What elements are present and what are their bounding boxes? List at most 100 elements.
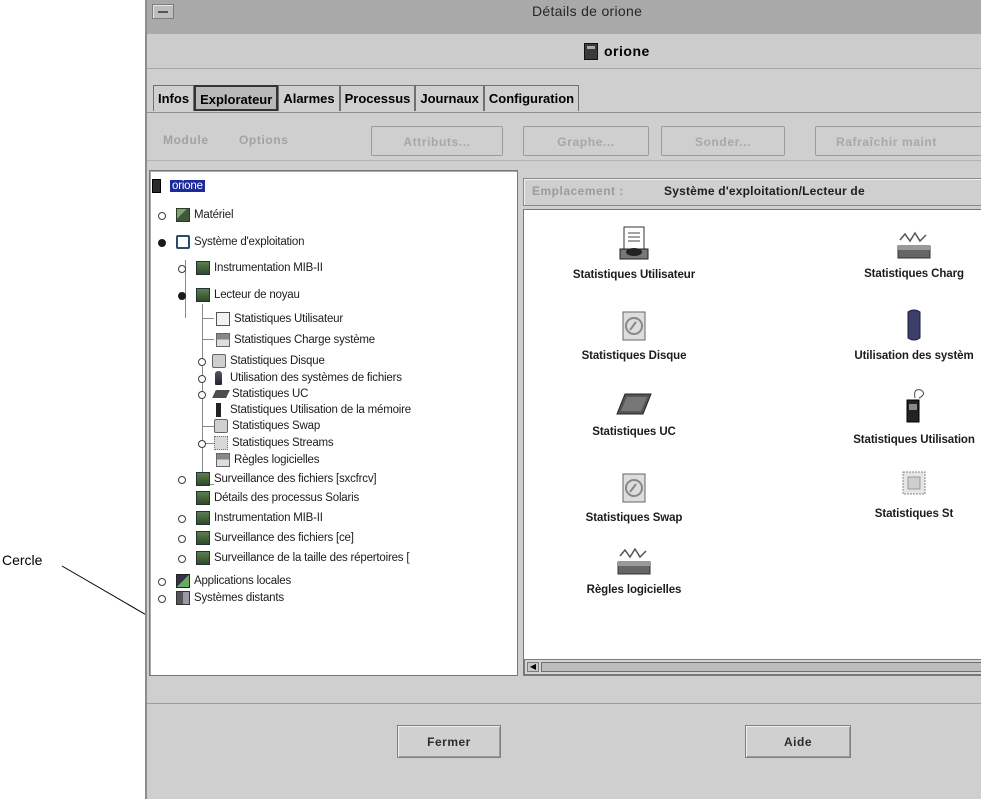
tab-alarmes[interactable]: Alarmes	[278, 85, 340, 111]
expand-circle[interactable]	[178, 535, 186, 543]
tree-item-filesystems[interactable]: Utilisation des systèmes de fichiers	[198, 370, 402, 386]
tree-item-solaris-processes[interactable]: Détails des processus Solaris	[196, 490, 359, 506]
expand-circle[interactable]	[178, 476, 186, 484]
expand-circle[interactable]	[158, 578, 166, 586]
streams-icon	[902, 471, 926, 495]
expand-circle[interactable]	[178, 265, 186, 273]
tree-item-label: orione	[170, 180, 205, 192]
tree-item-software-rules[interactable]: Règles logicielles	[216, 452, 319, 468]
tree-item-mib[interactable]: Instrumentation MIB-II	[178, 260, 323, 276]
grid-item-disk-stats[interactable]: Statistiques Disque	[524, 310, 744, 362]
filesystem-icon	[215, 371, 222, 385]
grid-item-label: Statistiques Utilisateur	[572, 269, 696, 281]
content-horizontal-scrollbar[interactable]: ◀	[524, 659, 981, 675]
grid-item-user-stats[interactable]: Statistiques Utilisateur	[524, 225, 744, 281]
tab-divider	[147, 112, 981, 113]
tree-item-label: Règles logicielles	[234, 454, 320, 466]
remote-systems-icon	[176, 591, 190, 605]
tree-item-label: Lecteur de noyau	[214, 289, 300, 301]
tab-journaux[interactable]: Journaux	[415, 85, 484, 111]
tab-configuration[interactable]: Configuration	[483, 85, 580, 111]
grid-item-label: Utilisation des systèm	[854, 350, 974, 362]
memory-icon	[906, 389, 925, 423]
grid-item-software-rules[interactable]: Règles logicielles	[524, 546, 744, 596]
tree-panel[interactable]: orione Matériel Système d'exploitation I…	[149, 170, 518, 676]
tree-item-os[interactable]: Système d'exploitation	[158, 234, 305, 250]
tree-item-file-monitor-2[interactable]: Surveillance des fichiers [ce]	[178, 530, 354, 546]
system-load-icon	[216, 333, 230, 347]
module-menu[interactable]: Module	[163, 133, 209, 147]
cpu-icon	[616, 393, 652, 415]
tree-item-label: Surveillance de la taille des répertoire…	[214, 552, 410, 564]
window-menu-button[interactable]	[152, 4, 174, 19]
module-icon	[196, 288, 210, 302]
tree-item-label: Instrumentation MIB-II	[214, 262, 323, 274]
tree-item-cpu-stats[interactable]: Statistiques UC	[198, 386, 308, 402]
expand-circle[interactable]	[198, 375, 206, 383]
refresh-now-button[interactable]: Rafraîchir maint	[815, 126, 981, 156]
local-apps-icon	[176, 574, 190, 588]
tree-item-label: Statistiques UC	[232, 388, 309, 400]
os-icon	[176, 235, 190, 249]
tree-item-remote-systems[interactable]: Systèmes distants	[158, 590, 284, 606]
module-icon	[196, 472, 210, 486]
tree-item-label: Statistiques Utilisateur	[234, 313, 343, 325]
tree-item-dir-size-monitor[interactable]: Surveillance de la taille des répertoire…	[178, 550, 410, 566]
toolbar-divider	[147, 160, 981, 161]
tree-item-label: Surveillance des fichiers [ce]	[214, 532, 354, 544]
rules-icon	[617, 547, 651, 575]
expanded-circle[interactable]	[178, 292, 186, 300]
close-button[interactable]: Fermer	[397, 725, 501, 758]
location-bar: Emplacement : Système d'exploitation/Lec…	[523, 178, 981, 206]
tree-item-hardware[interactable]: Matériel	[158, 207, 234, 223]
scroll-thumb[interactable]	[541, 662, 981, 672]
expand-circle[interactable]	[178, 555, 186, 563]
tree-item-label: Matériel	[194, 209, 234, 221]
tree-item-memory-stats[interactable]: Statistiques Utilisation de la mémoire	[212, 402, 411, 418]
expand-circle[interactable]	[198, 391, 206, 399]
content-panel[interactable]: Statistiques Utilisateur Statistiques Di…	[523, 209, 981, 676]
options-menu[interactable]: Options	[239, 133, 289, 147]
attributes-button[interactable]: Attributs...	[371, 126, 503, 156]
tree-item-file-monitor-1[interactable]: Surveillance des fichiers [sxcfrcv]	[178, 471, 377, 487]
tree-item-kernel-reader[interactable]: Lecteur de noyau	[178, 287, 300, 303]
grid-item-memory-stats[interactable]: Statistiques Utilisation	[804, 386, 981, 446]
window-titlebar[interactable]: Détails de orione	[147, 0, 981, 35]
grid-item-label: Statistiques St	[874, 508, 954, 520]
tab-explorateur[interactable]: Explorateur	[194, 85, 279, 111]
expand-circle[interactable]	[158, 595, 166, 603]
tree-item-local-apps[interactable]: Applications locales	[158, 573, 291, 589]
expand-circle[interactable]	[198, 358, 206, 366]
tree-item-orione[interactable]: orione	[152, 178, 205, 194]
grid-item-streams-stats[interactable]: Statistiques St	[804, 468, 981, 520]
grid-item-cpu-stats[interactable]: Statistiques UC	[524, 390, 744, 438]
tree-item-disk-stats[interactable]: Statistiques Disque	[198, 353, 325, 369]
tree-item-mib-2[interactable]: Instrumentation MIB-II	[178, 510, 323, 526]
tree-item-system-load[interactable]: Statistiques Charge système	[216, 332, 375, 348]
grid-item-filesystems[interactable]: Utilisation des systèm	[804, 308, 981, 362]
location-path: Système d'exploitation/Lecteur de	[664, 184, 865, 198]
scroll-left-arrow-icon[interactable]: ◀	[527, 662, 539, 672]
expand-circle[interactable]	[198, 440, 206, 448]
tree-item-user-stats[interactable]: Statistiques Utilisateur	[216, 311, 343, 327]
expanded-circle[interactable]	[158, 239, 166, 247]
disk-icon	[622, 311, 646, 341]
grid-item-swap-stats[interactable]: Statistiques Swap	[524, 472, 744, 524]
tree-item-label: Utilisation des systèmes de fichiers	[230, 372, 402, 384]
tab-infos[interactable]: Infos	[153, 85, 195, 111]
hardware-icon	[176, 208, 190, 222]
expand-circle[interactable]	[158, 212, 166, 220]
streams-icon	[214, 436, 228, 450]
help-button[interactable]: Aide	[745, 725, 851, 758]
graph-button[interactable]: Graphe...	[523, 126, 649, 156]
tab-processus[interactable]: Processus	[339, 85, 416, 111]
user-stats-icon	[619, 226, 649, 260]
tree-item-streams-stats[interactable]: Statistiques Streams	[198, 435, 334, 451]
window-title: Détails de orione	[532, 3, 643, 19]
grid-item-system-load[interactable]: Statistiques Charg	[804, 230, 981, 280]
probe-button[interactable]: Sonder...	[661, 126, 785, 156]
expand-circle[interactable]	[178, 515, 186, 523]
system-load-icon	[897, 231, 931, 259]
tree-item-swap-stats[interactable]: Statistiques Swap	[214, 418, 320, 434]
host-name: orione	[604, 43, 650, 59]
